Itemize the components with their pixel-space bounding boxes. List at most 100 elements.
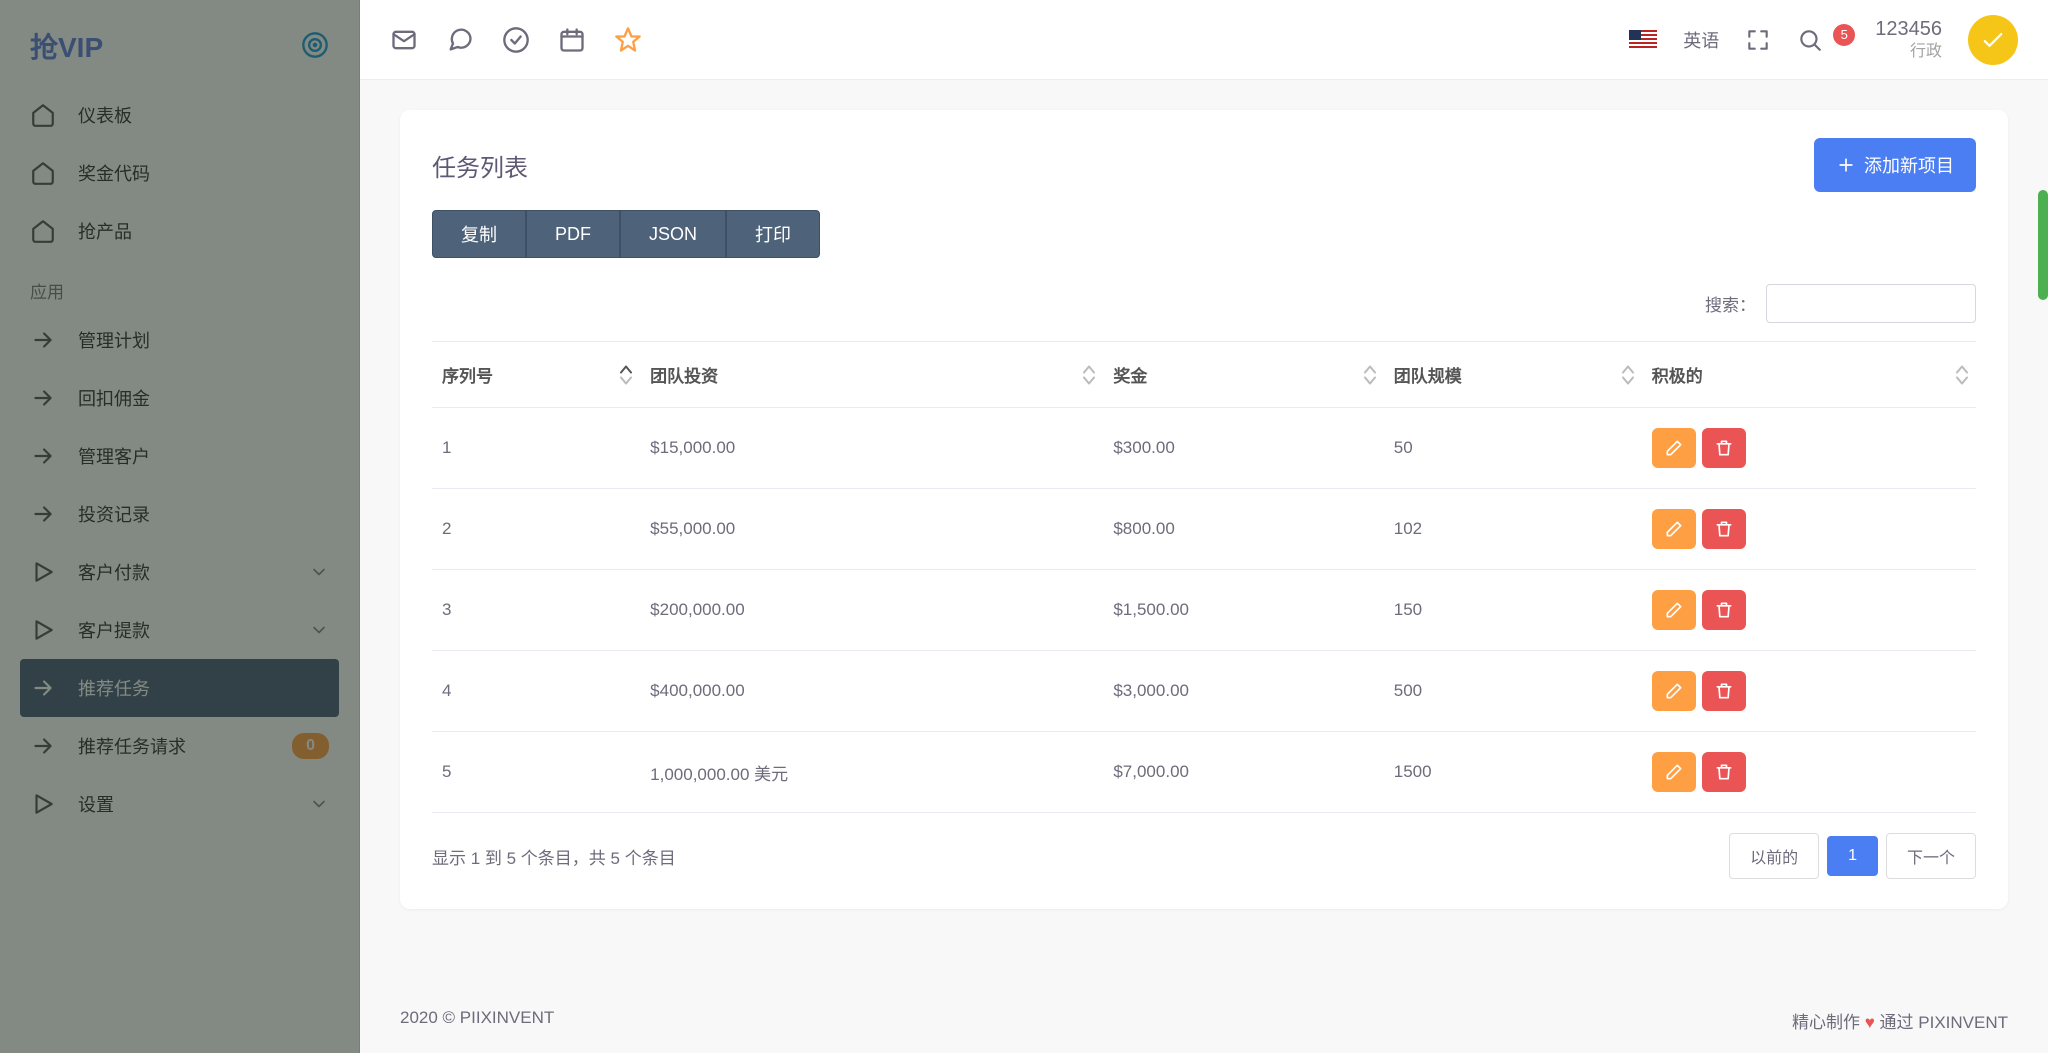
cell-sn: 4 — [432, 651, 640, 732]
cell-actions — [1642, 489, 1976, 570]
cell-size: 102 — [1384, 489, 1642, 570]
chat-icon[interactable] — [446, 26, 474, 54]
delete-button[interactable] — [1702, 752, 1746, 792]
delete-button[interactable] — [1702, 671, 1746, 711]
sidebar-item-settings[interactable]: 设置 — [0, 775, 359, 833]
sidebar-item-invest-record[interactable]: 投资记录 — [0, 485, 359, 543]
sidebar-item-manage-client[interactable]: 管理客户 — [0, 427, 359, 485]
sidebar-item-manage-plan[interactable]: 管理计划 — [0, 311, 359, 369]
delete-button[interactable] — [1702, 509, 1746, 549]
calendar-icon[interactable] — [558, 26, 586, 54]
table-row: 1 $15,000.00 $300.00 50 — [432, 408, 1976, 489]
col-invest[interactable]: 团队投资 — [640, 342, 1103, 408]
play-icon — [30, 559, 56, 585]
search-icon[interactable] — [1797, 27, 1823, 53]
maximize-icon[interactable] — [1745, 27, 1771, 53]
user-name: 123456 — [1875, 16, 1942, 42]
language-label[interactable]: 英语 — [1683, 27, 1719, 53]
chevron-down-icon — [309, 794, 329, 814]
arrow-right-icon — [30, 733, 56, 759]
edit-button[interactable] — [1652, 509, 1696, 549]
cell-bonus: $7,000.00 — [1103, 732, 1383, 813]
sidebar-item-bonus-code[interactable]: 奖金代码 — [0, 144, 359, 202]
target-icon[interactable] — [301, 31, 329, 62]
edit-button[interactable] — [1652, 752, 1696, 792]
card: 任务列表 添加新项目 复制 PDF JSON 打印 搜索： — [400, 110, 2008, 909]
sidebar-item-grab-product[interactable]: 抢产品 — [0, 202, 359, 260]
brand-text: 抢VIP — [30, 26, 103, 66]
cell-inv: $400,000.00 — [640, 651, 1103, 732]
search-input[interactable] — [1766, 284, 1976, 323]
cell-inv: 1,000,000.00 美元 — [640, 732, 1103, 813]
sidebar-item-rebate[interactable]: 回扣佣金 — [0, 369, 359, 427]
plus-icon — [1836, 155, 1856, 175]
sidebar-item-client-withdraw[interactable]: 客户提款 — [0, 601, 359, 659]
table-row: 3 $200,000.00 $1,500.00 150 — [432, 570, 1976, 651]
flag-icon[interactable] — [1629, 30, 1657, 50]
cell-size: 150 — [1384, 570, 1642, 651]
check-circle-icon[interactable] — [502, 26, 530, 54]
nav-primary: 仪表板 奖金代码 抢产品 应用 管理计划 回扣佣金 管理客户 — [0, 86, 359, 843]
mail-icon[interactable] — [390, 26, 418, 54]
edit-button[interactable] — [1652, 590, 1696, 630]
card-title: 任务列表 — [432, 148, 528, 183]
heart-icon: ♥ — [1865, 1013, 1880, 1032]
topbar: 英语 5 123456 行政 — [360, 0, 2048, 80]
sidebar-label: 奖金代码 — [78, 160, 150, 186]
cell-inv: $55,000.00 — [640, 489, 1103, 570]
sidebar-item-client-pay[interactable]: 客户付款 — [0, 543, 359, 601]
cell-inv: $200,000.00 — [640, 570, 1103, 651]
export-buttons: 复制 PDF JSON 打印 — [432, 210, 1976, 258]
avatar[interactable] — [1968, 15, 2018, 65]
add-new-button[interactable]: 添加新项目 — [1814, 138, 1976, 192]
cell-size: 1500 — [1384, 732, 1642, 813]
edit-button[interactable] — [1652, 428, 1696, 468]
cell-sn: 3 — [432, 570, 640, 651]
pager-prev[interactable]: 以前的 — [1729, 833, 1819, 879]
cell-size: 50 — [1384, 408, 1642, 489]
user-box[interactable]: 123456 行政 — [1875, 16, 1942, 63]
json-button[interactable]: JSON — [620, 210, 726, 258]
nav-section-apps: 应用 — [0, 260, 359, 311]
sidebar-label: 抢产品 — [78, 218, 132, 244]
delete-button[interactable] — [1702, 428, 1746, 468]
col-serial[interactable]: 序列号 — [432, 342, 640, 408]
sidebar: 抢VIP 仪表板 奖金代码 抢产品 应用 管理计划 — [0, 0, 360, 1053]
add-new-label: 添加新项目 — [1864, 152, 1954, 178]
sidebar-item-referral-request[interactable]: 推荐任务请求 0 — [0, 717, 359, 775]
arrow-right-icon — [30, 501, 56, 527]
sidebar-item-dashboard[interactable]: 仪表板 — [0, 86, 359, 144]
col-size[interactable]: 团队规模 — [1384, 342, 1642, 408]
play-icon — [30, 617, 56, 643]
sidebar-label: 仪表板 — [78, 102, 132, 128]
home-icon — [30, 102, 56, 128]
sidebar-label: 管理计划 — [78, 327, 150, 353]
sidebar-label: 设置 — [78, 791, 114, 817]
cell-bonus: $3,000.00 — [1103, 651, 1383, 732]
delete-button[interactable] — [1702, 590, 1746, 630]
table-info: 显示 1 到 5 个条目，共 5 个条目 — [432, 844, 676, 869]
footer-left: 2020 © PIIXINVENT — [400, 1008, 554, 1033]
sidebar-label: 推荐任务请求 — [78, 733, 186, 759]
pdf-button[interactable]: PDF — [526, 210, 620, 258]
sidebar-item-referral-task[interactable]: 推荐任务 — [20, 659, 339, 717]
brand: 抢VIP — [0, 0, 359, 86]
cell-actions — [1642, 651, 1976, 732]
pager: 以前的 1 下一个 — [1729, 833, 1976, 879]
check-icon — [1979, 26, 2007, 54]
pager-page-1[interactable]: 1 — [1827, 836, 1878, 876]
cell-size: 500 — [1384, 651, 1642, 732]
col-action[interactable]: 积极的 — [1642, 342, 1976, 408]
col-bonus[interactable]: 奖金 — [1103, 342, 1383, 408]
data-table: 序列号 团队投资 奖金 团队规模 积极的 1 $15,000.00 $300.0… — [432, 341, 1976, 813]
sidebar-label: 回扣佣金 — [78, 385, 150, 411]
count-badge: 0 — [292, 733, 329, 759]
edit-button[interactable] — [1652, 671, 1696, 711]
print-button[interactable]: 打印 — [726, 210, 820, 258]
pager-next[interactable]: 下一个 — [1886, 833, 1976, 879]
cell-sn: 2 — [432, 489, 640, 570]
star-icon[interactable] — [614, 26, 642, 54]
main: 英语 5 123456 行政 任务列表 — [360, 0, 2048, 1053]
cell-sn: 5 — [432, 732, 640, 813]
copy-button[interactable]: 复制 — [432, 210, 526, 258]
